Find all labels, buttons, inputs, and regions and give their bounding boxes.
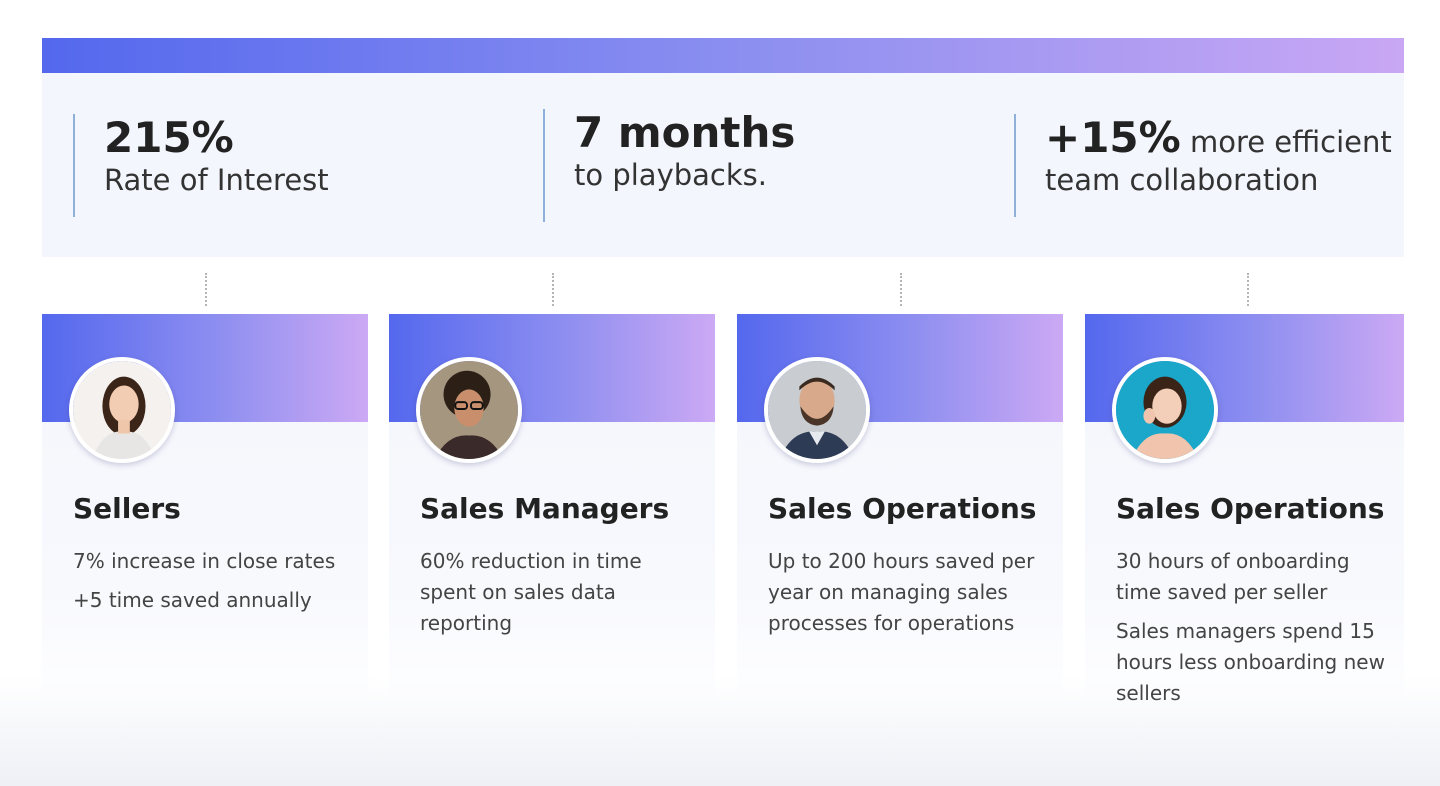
stat-value-line: +15% more efficient <box>1045 113 1392 162</box>
card-description: Up to 200 hours saved per year on managi… <box>768 546 1038 647</box>
avatar-sales-operations-2 <box>1112 357 1218 463</box>
avatar-portrait-icon <box>768 361 866 459</box>
card-description: 30 hours of onboarding time saved per se… <box>1116 546 1386 717</box>
card-line: Up to 200 hours saved per year on managi… <box>768 549 1035 635</box>
avatar-portrait-icon <box>73 361 171 459</box>
avatar-sales-manager <box>416 357 522 463</box>
card-line: 60% reduction in time spent on sales dat… <box>420 549 642 635</box>
dotted-connector <box>552 273 554 306</box>
stat-inline-label: more efficient <box>1180 125 1392 159</box>
card-title: Sellers <box>73 492 181 525</box>
card-description: 60% reduction in time spent on sales dat… <box>420 546 690 647</box>
card-sales-managers: Sales Managers 60% reduction in time spe… <box>389 314 715 714</box>
avatar-portrait-icon <box>420 361 518 459</box>
stat-value: 215% <box>104 113 234 162</box>
stat-playbacks: 7 months to playbacks. <box>543 108 796 222</box>
card-sales-operations-2: Sales Operations 30 hours of onboarding … <box>1085 314 1404 714</box>
stat-value: +15% <box>1045 113 1181 162</box>
card-line: Sales managers spend 15 hours less onboa… <box>1116 619 1385 705</box>
avatar-sales-operations <box>764 357 870 463</box>
card-description: 7% increase in close rates +5 time saved… <box>73 546 343 624</box>
dotted-connector <box>1247 273 1249 306</box>
card-line: 7% increase in close rates <box>73 549 336 573</box>
card-sellers: Sellers 7% increase in close rates +5 ti… <box>42 314 368 714</box>
stat-rate-of-interest: 215% Rate of Interest <box>73 113 329 217</box>
card-title: Sales Operations <box>768 492 1037 525</box>
stats-panel: 215% Rate of Interest 7 months to playba… <box>42 73 1404 257</box>
top-gradient-band <box>42 38 1404 73</box>
card-title: Sales Managers <box>420 492 670 525</box>
card-line: 30 hours of onboarding time saved per se… <box>1116 549 1350 604</box>
card-title: Sales Operations <box>1116 492 1385 525</box>
card-sales-operations: Sales Operations Up to 200 hours saved p… <box>737 314 1063 714</box>
avatar-portrait-icon <box>1116 361 1214 459</box>
card-line: +5 time saved annually <box>73 588 312 612</box>
dotted-connector <box>900 273 902 306</box>
stat-label: team collaboration <box>1045 163 1319 198</box>
stat-collaboration: +15% more efficient team collaboration <box>1014 113 1392 217</box>
avatar-seller <box>69 357 175 463</box>
stat-label: to playbacks. <box>574 158 767 193</box>
stat-label: Rate of Interest <box>104 163 329 198</box>
dotted-connector <box>205 273 207 306</box>
stat-value: 7 months <box>574 108 796 157</box>
